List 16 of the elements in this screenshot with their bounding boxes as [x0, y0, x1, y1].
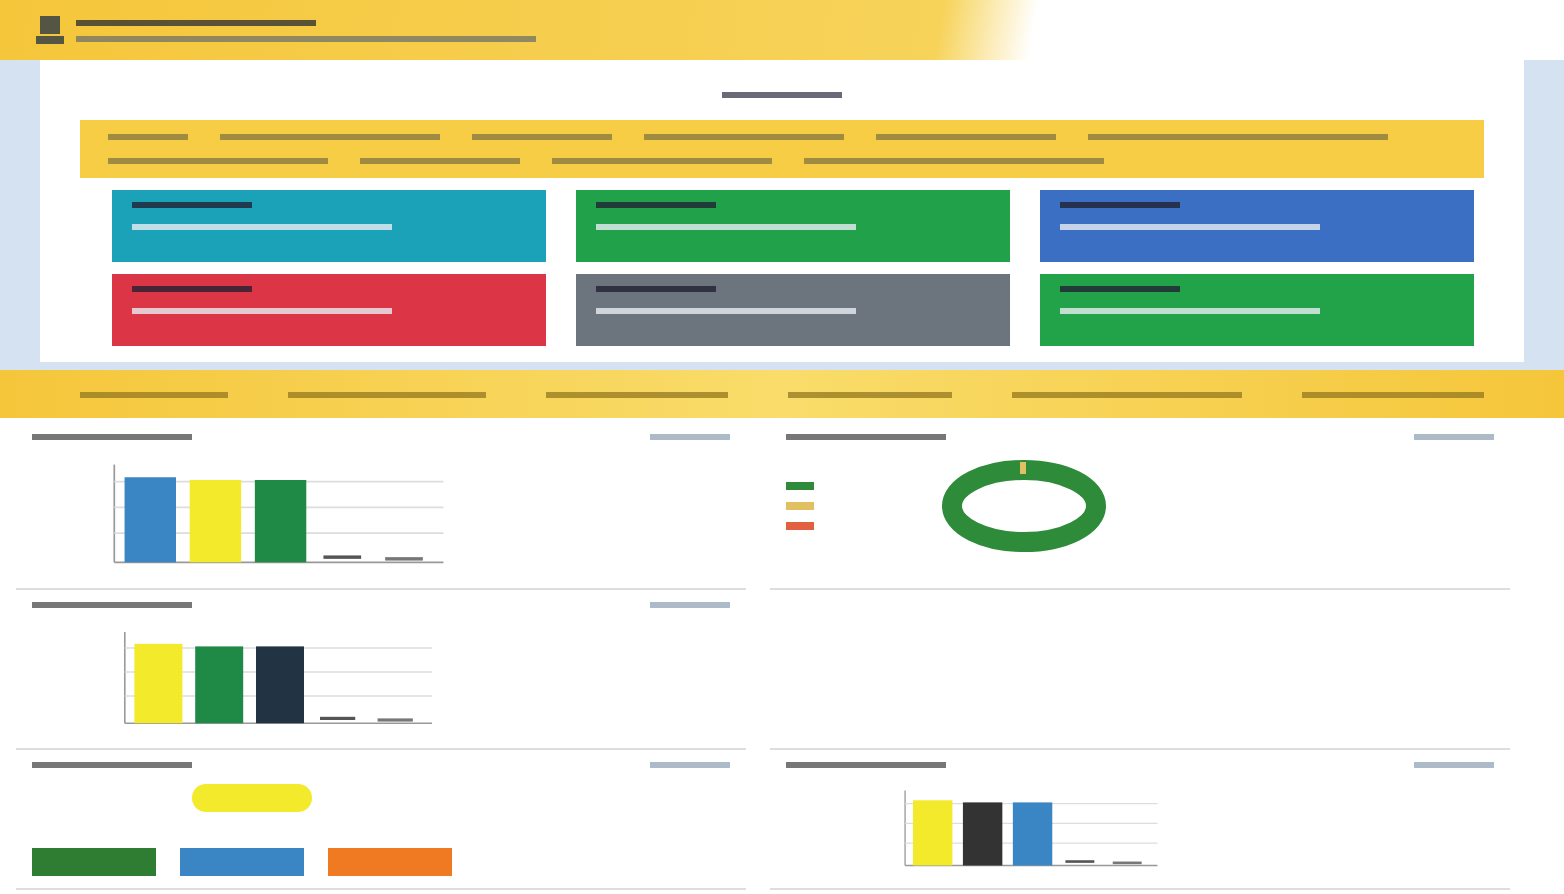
- blurred-text: [1414, 434, 1494, 440]
- emblem-icon: [36, 14, 64, 46]
- blurred-text: [1060, 202, 1180, 208]
- blurred-text: [1414, 762, 1494, 768]
- blurred-text: [596, 286, 716, 292]
- blurred-text: [650, 762, 730, 768]
- blurred-text: [472, 134, 612, 140]
- blurred-text: [722, 92, 842, 98]
- blurred-text: [132, 286, 252, 292]
- blurred-text: [650, 434, 730, 440]
- blurred-text: [596, 202, 716, 208]
- highlight-pill: [192, 784, 312, 812]
- blurred-text: [132, 202, 252, 208]
- blurred-text: [108, 134, 188, 140]
- blurred-text: [1060, 286, 1180, 292]
- blurred-text: [650, 602, 730, 608]
